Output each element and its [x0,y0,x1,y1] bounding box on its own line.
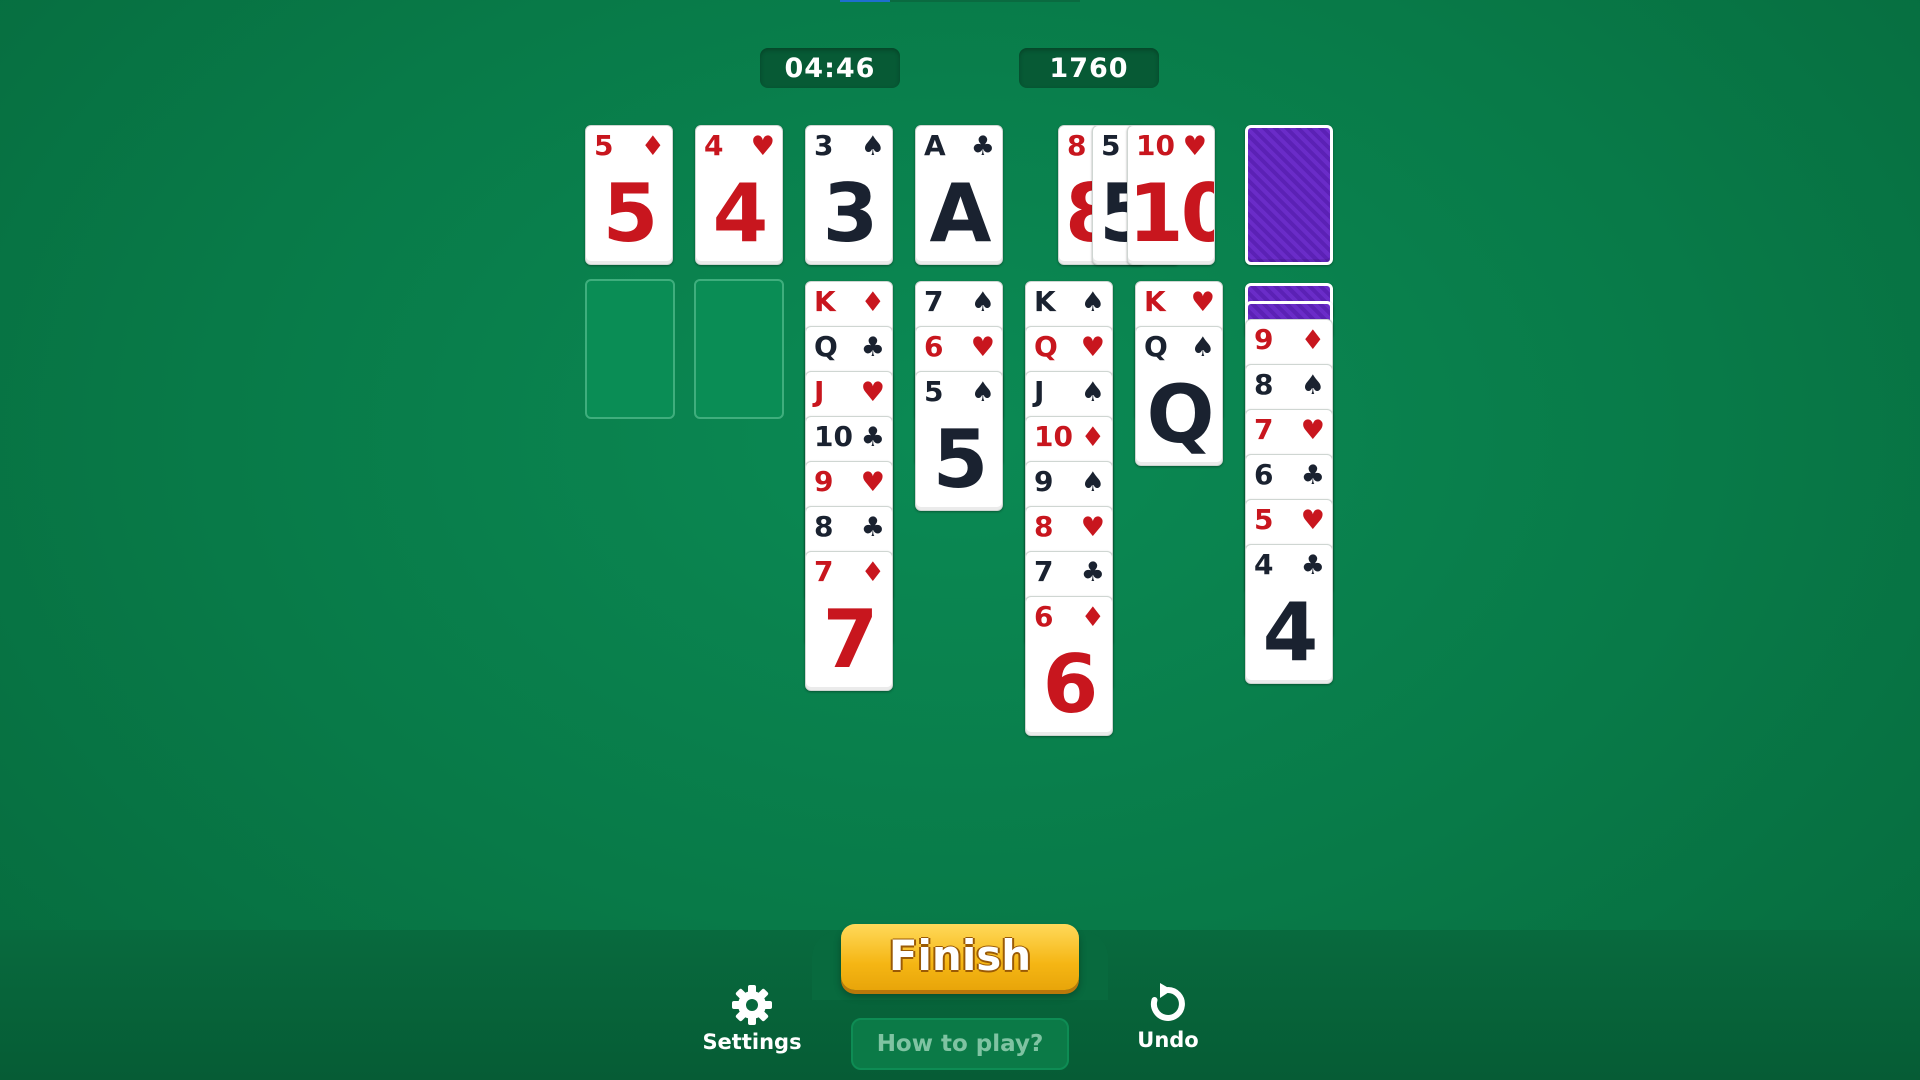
card-rank: 9 [1034,465,1054,498]
card-suit-icon: ♠ [1080,377,1105,408]
card-rank: 5 [1254,503,1274,536]
card-suit-icon: ♦ [1300,325,1325,356]
card-face-value: Q [1146,368,1214,461]
card-rank: 10 [1034,420,1073,453]
playing-card[interactable]: 5 ♦ 5 [585,125,673,265]
card-suit-icon: ♥ [1190,287,1215,318]
settings-button[interactable]: Settings [692,982,812,1054]
card-rank: 6 [924,330,944,363]
how-to-play-button[interactable]: How to play? [851,1018,1069,1070]
card-rank: 5 [1101,129,1121,162]
empty-tableau-slot[interactable] [694,279,784,419]
card-face-value: 7 [822,593,879,686]
card-face-value: A [929,167,992,260]
stock-pile[interactable] [1245,125,1333,265]
card-suit-icon: ♠ [970,377,995,408]
card-face-value: 3 [822,167,879,260]
card-suit-icon: ♠ [860,131,885,162]
card-rank: 10 [814,420,853,453]
card-suit-icon: ♣ [1300,550,1325,581]
empty-tableau-slot[interactable] [585,279,675,419]
card-rank: 7 [1254,413,1274,446]
settings-label: Settings [702,1030,802,1054]
card-rank: 7 [1034,555,1054,588]
gear-icon [732,985,772,1025]
card-rank: Q [1144,330,1168,363]
card-suit-icon: ♠ [1300,370,1325,401]
card-suit-icon: ♥ [1300,415,1325,446]
playing-card[interactable]: A ♣ A [915,125,1003,265]
card-rank: 6 [1034,600,1054,633]
card-suit-icon: ♥ [860,377,885,408]
card-face-value: 5 [932,413,989,506]
card-face-value: 4 [712,167,769,260]
card-suit-icon: ♦ [860,557,885,588]
card-suit-icon: ♣ [860,332,885,363]
tableau-card[interactable]: Q ♠ Q [1135,326,1223,466]
card-suit-icon: ♥ [970,332,995,363]
waste-card[interactable]: 10♥10 [1127,125,1215,265]
card-suit-icon: ♥ [750,131,775,162]
tableau-card[interactable]: 4 ♣ 4 [1245,544,1333,684]
card-rank: J [1034,375,1045,408]
card-rank: K [1144,285,1166,318]
card-rank: 9 [1254,323,1274,356]
playing-card[interactable]: 4 ♥ 4 [695,125,783,265]
card-suit-icon: ♣ [860,422,885,453]
score-display: 1760 [1019,48,1159,88]
card-rank: 8 [1254,368,1274,401]
card-rank: A [924,129,946,162]
card-rank: J [814,375,825,408]
card-rank: 8 [1034,510,1054,543]
card-rank: 7 [814,555,834,588]
card-suit-icon: ♠ [1080,287,1105,318]
card-suit-icon: ♣ [1300,460,1325,491]
card-rank: K [814,285,836,318]
card-rank: 8 [814,510,834,543]
card-suit-icon: ♠ [970,287,995,318]
card-face-value: 4 [1262,586,1319,679]
card-rank: 6 [1254,458,1274,491]
card-rank: 8 [1067,129,1087,162]
card-suit-icon: ♣ [970,131,995,162]
undo-icon [1150,983,1185,1021]
finish-button[interactable]: Finish [841,924,1079,990]
playing-card[interactable]: 3 ♠ 3 [805,125,893,265]
card-rank: 5 [594,129,614,162]
card-suit-icon: ♥ [860,467,885,498]
heart-icon: ♥ [1182,131,1207,162]
card-rank: 10 [1136,129,1175,162]
undo-label: Undo [1137,1028,1199,1052]
card-rank: Q [814,330,838,363]
card-rank: 3 [814,129,834,162]
card-face-value: 6 [1042,638,1099,731]
card-suit-icon: ♣ [860,512,885,543]
card-suit-icon: ♣ [1080,557,1105,588]
tableau-card[interactable]: 5 ♠ 5 [915,371,1003,511]
card-suit-icon: ♥ [1080,512,1105,543]
tableau-card[interactable]: 6 ♦ 6 [1025,596,1113,736]
card-face-value: 5 [602,167,659,260]
card-suit-icon: ♦ [640,131,665,162]
card-suit-icon: ♠ [1080,467,1105,498]
card-suit-icon: ♥ [1300,505,1325,536]
card-rank: Q [1034,330,1058,363]
top-progress-bar [840,0,1080,2]
card-rank: 7 [924,285,944,318]
tableau-card[interactable]: 7 ♦ 7 [805,551,893,691]
card-rank: 4 [704,129,724,162]
card-suit-icon: ♠ [1190,332,1215,363]
card-rank: 4 [1254,548,1274,581]
card-suit-icon: ♦ [860,287,885,318]
undo-button[interactable]: Undo [1108,982,1228,1052]
card-rank: 9 [814,465,834,498]
card-face-value: 10 [1128,167,1214,260]
card-suit-icon: ♦ [1080,422,1105,453]
card-suit-icon: ♦ [1080,602,1105,633]
timer-display: 04:46 [760,48,900,88]
card-rank: 5 [924,375,944,408]
card-rank: K [1034,285,1056,318]
card-suit-icon: ♥ [1080,332,1105,363]
